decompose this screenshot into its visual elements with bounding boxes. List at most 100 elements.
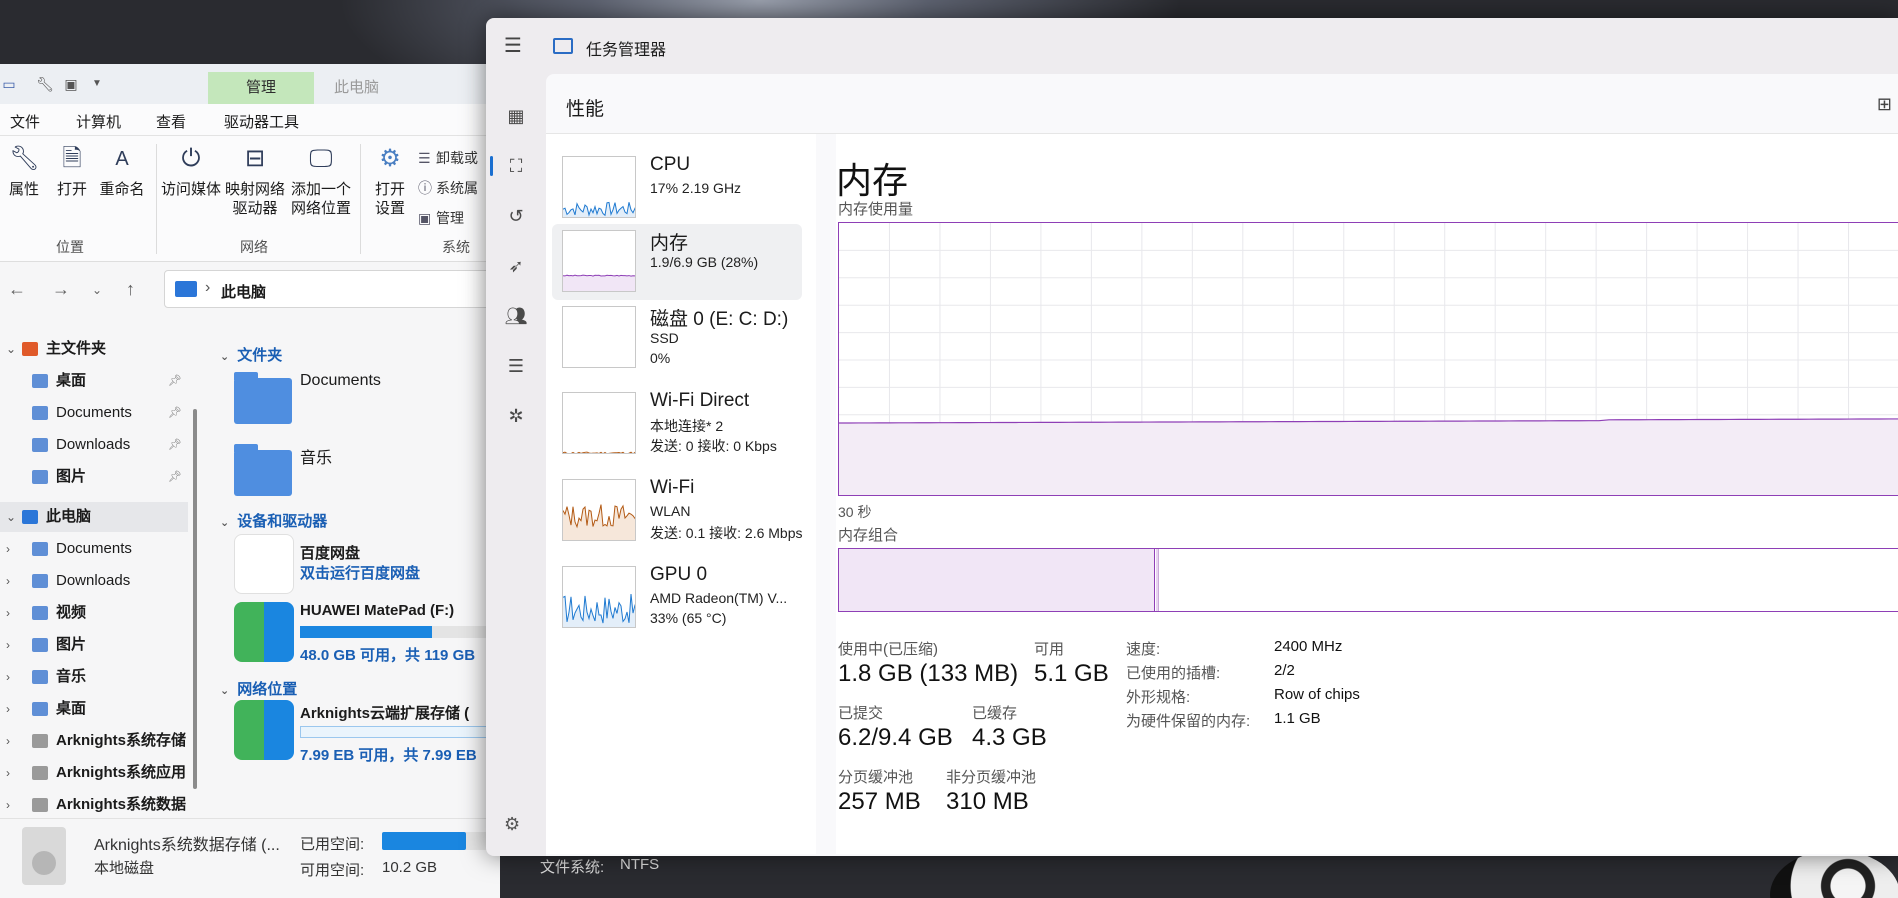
page-header: 性能 ⊞ [546,74,1898,134]
perf-item-name: Wi-Fi [650,477,695,498]
pin-icon[interactable]: 📌︎ [168,398,182,428]
documents-folder-icon[interactable] [234,372,292,424]
chevron-right-icon[interactable]: › [6,758,10,788]
tree-item-pc-downloads[interactable]: › Downloads [0,566,188,596]
back-arrow-icon[interactable]: ← [8,279,26,300]
properties-button[interactable]: 🔧︎ 属性 [4,144,44,199]
run-new-task-icon[interactable]: ⊞ [1877,94,1892,115]
huawei-drive-name[interactable]: HUAWEI MatePad (F:) [300,602,454,619]
tree-item-pc-desktop[interactable]: › 桌面 [0,694,188,724]
performance-icon[interactable]: ⛶ [490,154,528,178]
tab-this-pc-context: 此电脑 [334,79,380,96]
address-bar[interactable]: › 此电脑 [164,270,500,308]
tab-computer[interactable]: 计算机 [76,111,122,140]
chevron-right-icon[interactable]: › [6,566,10,596]
perf-item-memory[interactable]: 内存 1.9/6.9 GB (28%) [552,224,802,300]
pin-icon[interactable]: 📌︎ [168,462,182,492]
tree-item-pictures[interactable]: 图片 📌︎ [0,462,188,492]
desktop-folder-icon [32,374,48,388]
chevron-right-icon[interactable]: › [6,726,10,756]
tree-item-downloads[interactable]: Downloads 📌︎ [0,430,188,460]
globe-drive-icon[interactable] [234,700,294,760]
breadcrumb-this-pc[interactable]: 此电脑 [221,281,266,302]
ribbon-divider [156,144,157,254]
forward-arrow-icon[interactable]: → [52,279,70,300]
perf-item-gpu[interactable]: GPU 0 AMD Radeon(TM) V... 33% (65 °C) [552,560,802,636]
chevron-down-icon[interactable]: ▼ [88,75,106,93]
folder-music-label[interactable]: 音乐 [300,444,332,468]
settings-gear-icon[interactable]: ⚙ [504,814,520,835]
uninstall-button[interactable]: ☰ 卸载或 [418,148,478,168]
chevron-right-icon[interactable]: › [6,694,10,724]
wrench-icon[interactable]: 🔧︎ [36,75,54,93]
music-folder-icon[interactable] [234,444,292,496]
baidu-netdisk-name[interactable]: 百度网盘 [300,542,360,563]
users-icon[interactable]: 👥︎ [504,304,528,328]
tab-view[interactable]: 查看 [156,111,186,132]
memory-composition-label: 内存组合 [838,527,899,544]
folder-documents-label[interactable]: Documents [300,372,381,390]
tab-manage[interactable]: 管理 [208,72,314,104]
manage-button[interactable]: ▣ 管理 [418,208,464,228]
open-icon: 🗎 [62,145,82,172]
tree-label: 图片 [56,636,87,653]
tab-drive-tools[interactable]: 驱动器工具 [224,111,299,132]
free-space-value: 10.2 GB [382,859,438,876]
memory-composition-bar [838,548,1898,612]
chevron-right-icon[interactable]: › [6,630,10,660]
form-factor-label: 外形规格: [1126,689,1191,706]
ark-cloud-name[interactable]: Arknights云端扩展存储 ( [300,702,469,723]
open-button[interactable]: 🗎 打开 [52,144,92,199]
globe-drive-icon[interactable] [234,602,294,662]
baidu-netdisk-icon[interactable] [234,534,294,594]
tree-item-pc-music[interactable]: › 音乐 [0,662,188,692]
new-folder-icon[interactable]: ▣ [62,75,80,93]
tree-label: 音乐 [56,668,87,685]
usage-fill [382,832,466,850]
app-history-icon[interactable]: ↺ [504,204,528,228]
perf-item-disk[interactable]: 磁盘 0 (E: C: D:) SSD 0% [552,300,802,376]
tree-item-ark-storage[interactable]: › Arknights系统存储 [0,726,188,756]
services-icon[interactable]: ✲ [504,404,528,428]
tree-item-ark-data[interactable]: › Arknights系统数据 [0,790,188,820]
tree-item-this-pc[interactable]: ⌄ 此电脑 [0,502,188,532]
perf-item-cpu[interactable]: CPU 17% 2.19 GHz [552,150,802,226]
chevron-right-icon[interactable]: › [6,662,10,692]
chevron-right-icon[interactable]: › [6,598,10,628]
tree-item-desktop[interactable]: 桌面 📌︎ [0,366,188,396]
perf-item-wifi[interactable]: Wi-Fi WLAN 发送: 0.1 接收: 2.6 Mbps [552,473,803,549]
rename-button[interactable]: A 重命名 [96,144,148,199]
tree-item-pc-videos[interactable]: › 视频 [0,598,188,628]
properties-label: 属性 [8,181,39,198]
downloads-folder-icon [32,574,48,588]
system-properties-button[interactable]: ⓘ 系统属 [418,178,478,198]
pin-icon[interactable]: 📌︎ [168,430,182,460]
tree-item-ark-apps[interactable]: › Arknights系统应用 [0,758,188,788]
tree-item-documents[interactable]: Documents 📌︎ [0,398,188,428]
computer-icon[interactable]: ▭ [0,75,18,93]
tab-file[interactable]: 文件 [10,111,40,132]
details-icon[interactable]: ☰ [504,354,528,378]
perf-item-name: Wi-Fi Direct [650,390,750,411]
available-value: 5.1 GB [1034,660,1109,687]
tree-item-pc-pictures[interactable]: › 图片 [0,630,188,660]
access-media-button[interactable]: ⏻ 访问媒体 [160,144,222,199]
map-drive-button[interactable]: ⊟ 映射网络 驱动器 [224,144,286,218]
hamburger-menu-icon[interactable]: ☰ [504,36,524,56]
startup-apps-icon[interactable]: ➶ [504,254,528,278]
open-settings-button[interactable]: ⚙ 打开 设置 [368,144,412,218]
pin-icon[interactable]: 📌︎ [168,366,182,396]
add-network-location-button[interactable]: 🖵︎ 添加一个 网络位置 [288,144,354,218]
processes-icon[interactable]: ▦ [504,104,528,128]
section-folders[interactable]: ⌄ 文件夹 [220,344,282,365]
perf-item-wifi-direct[interactable]: Wi-Fi Direct 本地连接* 2 发送: 0 接收: 0 Kbps [552,386,802,462]
tree-item-pc-documents[interactable]: › Documents [0,534,188,564]
tree-item-home[interactable]: ⌄ 主文件夹 [0,334,188,364]
navigation-scrollbar[interactable] [193,409,197,789]
recent-chevron-icon[interactable]: ⌄ [92,283,102,297]
chevron-right-icon[interactable]: › [6,534,10,564]
section-network[interactable]: ⌄ 网络位置 [220,678,297,699]
up-arrow-icon[interactable]: ↑ [126,279,135,300]
chevron-right-icon[interactable]: › [6,790,10,820]
section-devices[interactable]: ⌄ 设备和驱动器 [220,510,327,531]
